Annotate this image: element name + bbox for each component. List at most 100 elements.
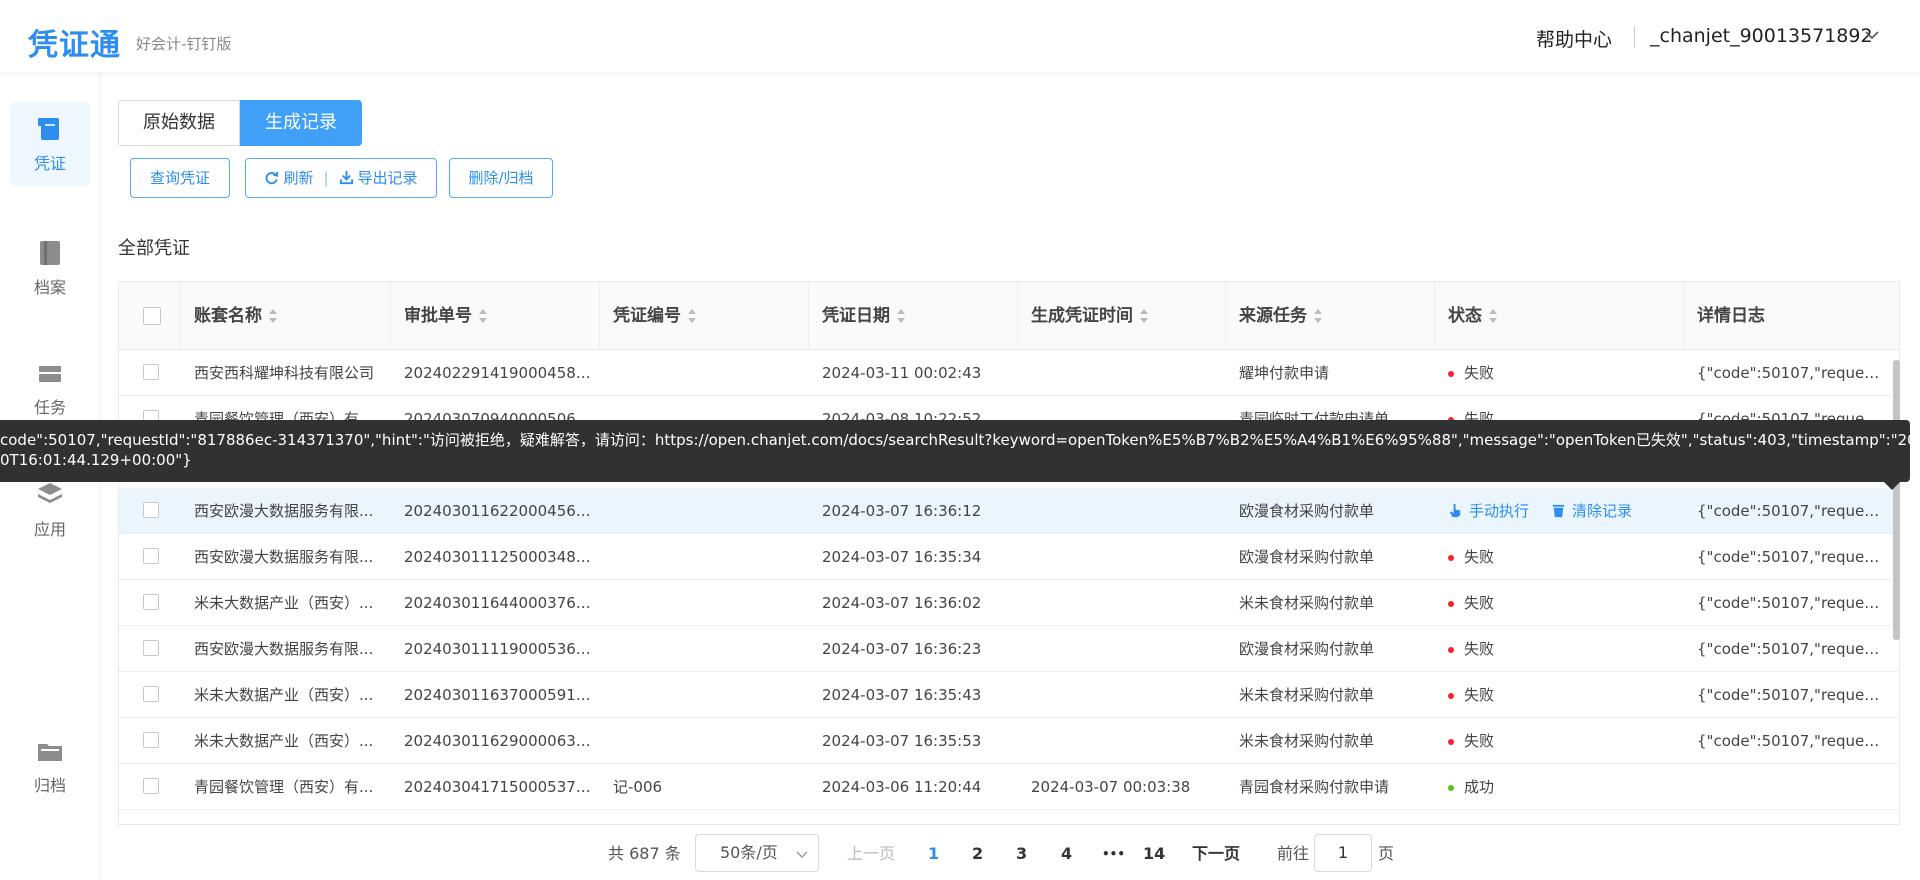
cell-log[interactable]: {"code":50107,"requestId"... xyxy=(1684,488,1884,534)
header-divider xyxy=(1634,26,1635,48)
row-checkbox[interactable] xyxy=(143,686,159,702)
query-voucher-button[interactable]: 查询凭证 xyxy=(130,158,230,198)
cell-approval-no: 202403011119000536667 xyxy=(404,640,600,658)
column-header-source-task[interactable]: 来源任务 xyxy=(1226,282,1435,350)
goto-page-input[interactable]: 1 xyxy=(1314,834,1372,872)
page-ellipsis[interactable]: ••• xyxy=(1102,834,1125,874)
column-header-gen-time[interactable]: 生成凭证时间 xyxy=(1018,282,1226,350)
cell-log[interactable] xyxy=(1684,810,1884,824)
row-checkbox[interactable] xyxy=(143,364,159,380)
sidebar-item-voucher[interactable]: 凭证 xyxy=(10,102,90,186)
table-row[interactable]: 西安欧漫大数据服务有限... 202403011622000456965 2024-… xyxy=(119,488,1899,534)
total-count: 共 687 条 xyxy=(608,844,681,863)
brand-logo[interactable]: 凭证通 xyxy=(28,20,121,64)
cell-status: 失败 xyxy=(1435,580,1684,626)
cell-date: 2024-03-07 16:36:12 xyxy=(822,502,982,520)
column-header-status[interactable]: 状态 xyxy=(1435,282,1684,350)
cell-account: 米未大数据产业（西安）... xyxy=(194,594,374,612)
page-14[interactable]: 14 xyxy=(1143,834,1165,874)
row-checkbox[interactable] xyxy=(143,732,159,748)
page-4[interactable]: 4 xyxy=(1061,834,1072,874)
clear-record-button[interactable]: 清除记录 xyxy=(1551,502,1632,520)
row-checkbox[interactable] xyxy=(143,594,159,610)
prev-page-button[interactable]: 上一页 xyxy=(847,834,895,874)
cell-source-task: 青园食材采购付款申请 xyxy=(1226,810,1435,824)
column-header-date[interactable]: 凭证日期 xyxy=(809,282,1018,350)
cell-log[interactable] xyxy=(1684,764,1884,810)
row-checkbox[interactable] xyxy=(143,824,159,825)
table-row[interactable]: 米未大数据产业（西安）... 202403011629000063596 2024-… xyxy=(119,718,1899,764)
cell-status: 失败 xyxy=(1435,718,1684,764)
status-text: 成功 xyxy=(1464,778,1495,796)
row-checkbox[interactable] xyxy=(143,502,159,518)
sort-icon xyxy=(897,309,905,323)
table-row[interactable]: 西安西科耀坤科技有限公司 202402291419000458761 2024-03… xyxy=(119,350,1899,396)
cell-date: 2024-03-07 16:35:34 xyxy=(822,548,982,566)
table-row[interactable]: 米未大数据产业（西安）... 202403011637000591280 2024-… xyxy=(119,672,1899,718)
cell-voucher-no: 记-005 xyxy=(600,810,809,824)
status-dot xyxy=(1448,692,1454,699)
row-checkbox[interactable] xyxy=(143,548,159,564)
cell-date: 2024-03-06 11:20:40 xyxy=(809,810,1018,824)
sidebar-item-filed[interactable]: 归档 xyxy=(10,724,90,808)
voucher-table: 账套名称 审批单号 凭证编号 凭证日期 生成凭证时间 来源任务 状态 详情日志 … xyxy=(118,281,1900,825)
sidebar-item-archive[interactable]: 档案 xyxy=(10,226,90,310)
column-header-voucher-no[interactable]: 凭证编号 xyxy=(600,282,809,350)
cell-account: 西安欧漫大数据服务有限... xyxy=(194,502,374,520)
cell-log[interactable]: {"code":50107,"requestId"... xyxy=(1684,534,1884,580)
row-checkbox[interactable] xyxy=(143,778,159,794)
cell-log[interactable]: {"code":50107,"requestId"... xyxy=(1684,718,1884,764)
cell-log[interactable]: {"code":50107,"requestId"... xyxy=(1684,350,1884,396)
cell-gen-time xyxy=(1018,580,1226,626)
export-records-button[interactable]: 导出记录 xyxy=(339,169,418,187)
tooltip-line-1: code":50107,"requestId":"817886ec-314371… xyxy=(0,431,1910,449)
sidebar-item-label: 任务 xyxy=(33,398,66,417)
sidebar-item-label: 凭证 xyxy=(33,154,66,173)
cell-log[interactable]: {"code":50107,"requestId"... xyxy=(1684,626,1884,672)
table-row[interactable]: 米未大数据产业（西安）... 202403011644000376518 2024-… xyxy=(119,580,1899,626)
column-header-account[interactable]: 账套名称 xyxy=(181,282,391,350)
manual-run-button[interactable]: 手动执行 xyxy=(1448,502,1529,520)
sidebar-item-task[interactable]: 任务 xyxy=(10,346,90,418)
sidebar-item-label: 应用 xyxy=(33,520,66,539)
cell-approval-no: 202403041715000537254 xyxy=(404,778,600,796)
status-dot xyxy=(1448,370,1454,377)
page-2[interactable]: 2 xyxy=(972,834,983,874)
cell-source-task: 欧漫食材采购付款单 xyxy=(1239,502,1375,520)
row-checkbox[interactable] xyxy=(143,640,159,656)
cell-log[interactable]: {"code":50107,"requestId"... xyxy=(1684,672,1884,718)
chevron-down-icon[interactable] xyxy=(1864,27,1880,43)
voucher-icon xyxy=(38,118,59,140)
user-account-menu[interactable]: _chanjet_90013571892 xyxy=(1650,25,1873,47)
cell-source-task: 米未食材采购付款单 xyxy=(1239,732,1375,750)
table-row[interactable]: 西安欧漫大数据服务有限... 202403011125000348654 2024-… xyxy=(119,534,1899,580)
page-3[interactable]: 3 xyxy=(1016,834,1027,874)
cell-voucher-no: 记-006 xyxy=(613,778,663,796)
cell-status: 失败 xyxy=(1435,672,1684,718)
tab-raw-data[interactable]: 原始数据 xyxy=(118,100,240,146)
status-text: 失败 xyxy=(1464,594,1495,612)
table-scrollbar[interactable] xyxy=(1893,360,1900,640)
cell-gen-time xyxy=(1018,488,1226,534)
table-row[interactable]: 西安欧漫大数据服务有限... 202403011119000536667 2024-… xyxy=(119,626,1899,672)
folder-icon xyxy=(38,744,62,761)
status-text: 失败 xyxy=(1464,640,1495,658)
next-page-button[interactable]: 下一页 xyxy=(1192,834,1240,874)
cell-gen-time: 2024-03-07 00:03:38 xyxy=(1018,810,1226,824)
page-1[interactable]: 1 xyxy=(928,834,939,874)
column-header-approval[interactable]: 审批单号 xyxy=(391,282,600,350)
help-center-link[interactable]: 帮助中心 xyxy=(1536,25,1612,52)
table-row[interactable]: 青园餐饮管理（西安）有... 202403041715000537254 记-006… xyxy=(119,764,1899,810)
cell-approval-no: 202402291419000458761 xyxy=(404,364,600,382)
page-size-select[interactable]: 50条/页 xyxy=(695,834,819,872)
delete-archive-button[interactable]: 删除/归档 xyxy=(449,158,553,198)
select-all-checkbox[interactable] xyxy=(143,307,161,325)
cell-gen-time xyxy=(1018,534,1226,580)
cell-source-task: 米未食材采购付款单 xyxy=(1239,686,1375,704)
refresh-button[interactable]: 刷新 xyxy=(264,169,313,187)
table-row[interactable]: 青园餐饮管理（西安）有...202403041714000344058记-005… xyxy=(119,810,1899,825)
cell-account: 西安西科耀坤科技有限公司 xyxy=(194,364,375,382)
goto-suffix: 页 xyxy=(1378,844,1395,863)
tab-generated-records[interactable]: 生成记录 xyxy=(240,100,362,146)
cell-log[interactable]: {"code":50107,"requestId"... xyxy=(1684,580,1884,626)
